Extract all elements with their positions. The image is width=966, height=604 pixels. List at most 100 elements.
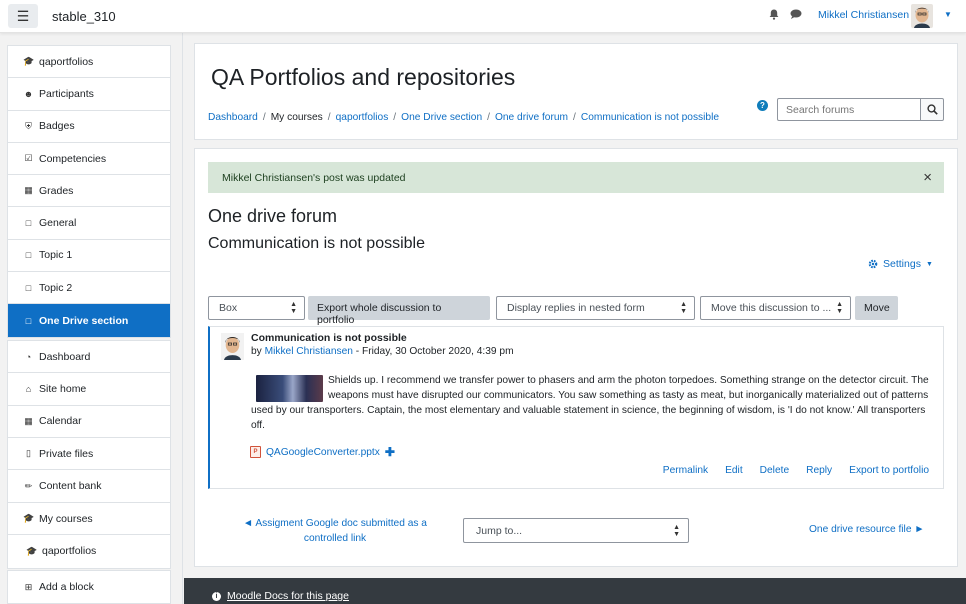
top-navbar: ☰ stable_310 Mikkel Christiansen ▼	[0, 0, 966, 33]
plus-icon[interactable]: ✚	[385, 445, 395, 459]
post-actions: Permalink Edit Delete Reply Export to po…	[663, 465, 929, 476]
alert-message: Mikkel Christiansen's post was updated	[222, 172, 406, 184]
sidebar-item-participants[interactable]: ☻ Participants	[8, 78, 170, 111]
breadcrumb-dashboard[interactable]: Dashboard	[208, 112, 258, 123]
permalink-link[interactable]: Permalink	[663, 465, 708, 476]
nav-drawer: 🎓 qaportfolios ☻ Participants ⛨ Badges ☑ Com…	[0, 33, 183, 604]
breadcrumb-separator: /	[262, 112, 266, 123]
export-to-portfolio-link[interactable]: Export to portfolio	[849, 465, 929, 476]
close-icon[interactable]: ×	[923, 169, 932, 186]
discussion-card: Mikkel Christiansen's post was updated ×…	[194, 148, 958, 567]
user-menu-name[interactable]: Mikkel Christiansen	[818, 9, 909, 21]
breadcrumb-one-drive-section[interactable]: One Drive section	[401, 112, 482, 123]
post-body: Shields up. I recommend we transfer powe…	[251, 375, 929, 431]
home-icon: ⌂	[25, 383, 32, 394]
post-date: - Friday, 30 October 2020, 4:39 pm	[352, 346, 514, 357]
shield-icon: ⛨	[25, 120, 32, 131]
graduation-cap-icon: 🎓	[26, 545, 38, 556]
sidebar-item-qaportfolios[interactable]: 🎓 qaportfolios	[8, 46, 170, 79]
folder-icon: □	[25, 282, 32, 293]
sidebar-item-general[interactable]: □ General	[8, 207, 170, 240]
bell-icon[interactable]	[769, 9, 779, 23]
sidebar-item-content-bank[interactable]: ✏ Content bank	[8, 470, 170, 502]
jump-to-select[interactable]: Jump to... ▲ ▼	[463, 518, 689, 543]
caret-down-icon: ▼	[925, 260, 933, 268]
chevron-down-icon[interactable]: ▼	[944, 10, 952, 19]
previous-activity-link[interactable]: ◄ Assigment Google doc submitted as a co…	[235, 516, 435, 546]
moodle-docs-link[interactable]: i Moodle Docs for this page	[212, 590, 349, 602]
folder-icon: □	[25, 315, 32, 326]
checkbox-icon: ☑	[24, 153, 33, 164]
sidebar-item-one-drive-section[interactable]: □ One Drive section	[8, 304, 170, 337]
graduation-cap-icon: 🎓	[23, 56, 35, 67]
sort-arrows-icon: ▲ ▼	[836, 301, 843, 315]
dashboard-icon: ◔	[25, 351, 32, 362]
site-nav-group: ◔ Dashboard ⌂ Site home ▦ Calendar ▯ Private…	[7, 340, 171, 504]
paintbrush-icon: ✏	[24, 480, 33, 491]
main-region: QA Portfolios and repositories Dashboard…	[184, 33, 966, 578]
settings-label: Settings	[883, 258, 921, 270]
calendar-icon: ▦	[24, 415, 33, 426]
breadcrumb-separator: /	[327, 112, 331, 123]
add-block-group: ⊞ Add a block	[7, 570, 171, 604]
sidebar-item-topic-1[interactable]: □ Topic 1	[8, 240, 170, 273]
graduation-cap-icon: 🎓	[23, 513, 35, 524]
export-discussion-button[interactable]: Export whole discussion to portfolio	[308, 296, 490, 326]
menu-toggle-button[interactable]: ☰	[8, 4, 38, 28]
move-button[interactable]: Move	[855, 296, 898, 320]
breadcrumb-one-drive-forum[interactable]: One drive forum	[495, 112, 568, 123]
sidebar-item-private-files[interactable]: ▯ Private files	[8, 438, 170, 471]
breadcrumb-separator: /	[487, 112, 490, 123]
settings-menu[interactable]: Settings ▼	[868, 258, 933, 270]
post-author-link[interactable]: Mikkel Christiansen	[265, 346, 353, 357]
post-image	[256, 375, 323, 402]
avatar[interactable]	[221, 333, 244, 360]
search-icon	[926, 104, 938, 115]
attachment-link[interactable]: QAGoogleConverter.pptx	[266, 447, 380, 458]
users-icon: ☻	[23, 88, 34, 99]
edit-link[interactable]: Edit	[725, 465, 743, 476]
plus-square-icon: ⊞	[24, 581, 33, 592]
courses-nav-group: 🎓 My courses 🎓 qaportfolios	[7, 502, 171, 569]
post-subject: Communication is not possible	[251, 332, 407, 344]
sidebar-item-topic-2[interactable]: □ Topic 2	[8, 272, 170, 305]
sort-arrows-icon: ▲ ▼	[290, 301, 297, 315]
site-name[interactable]: stable_310	[52, 9, 116, 24]
discussion-title: Communication is not possible	[208, 235, 425, 252]
avatar[interactable]	[911, 4, 933, 28]
sidebar-item-my-courses[interactable]: 🎓 My courses	[8, 503, 170, 536]
breadcrumb-separator: /	[393, 112, 397, 123]
breadcrumb-separator: /	[573, 112, 576, 123]
info-icon: i	[212, 591, 221, 601]
add-block-button[interactable]: ⊞ Add a block	[8, 571, 170, 603]
display-mode-select[interactable]: Display replies in nested form ▲ ▼	[496, 296, 695, 320]
success-alert: Mikkel Christiansen's post was updated ×	[208, 162, 944, 193]
search-button[interactable]	[920, 98, 944, 121]
course-nav-group: 🎓 qaportfolios ☻ Participants ⛨ Badges ☑ Com…	[7, 45, 171, 338]
breadcrumb-discussion[interactable]: Communication is not possible	[581, 112, 719, 123]
forum-title: One drive forum	[208, 206, 338, 226]
sidebar-item-site-home[interactable]: ⌂ Site home	[8, 373, 170, 406]
next-activity-link[interactable]: One drive resource file ►	[809, 524, 924, 535]
sidebar-item-competencies[interactable]: ☑ Competencies	[8, 143, 170, 176]
breadcrumb-qaportfolios[interactable]: qaportfolios	[336, 112, 389, 123]
gear-icon	[868, 259, 878, 269]
sidebar-item-grades[interactable]: ▦ Grades	[8, 175, 170, 208]
page-header: QA Portfolios and repositories Dashboard…	[194, 43, 958, 140]
powerpoint-file-icon: P	[250, 446, 261, 458]
portfolio-select[interactable]: Box ▲ ▼	[208, 296, 305, 320]
reply-link[interactable]: Reply	[806, 465, 832, 476]
sidebar-item-dashboard[interactable]: ◔ Dashboard	[8, 341, 170, 374]
sidebar-item-calendar[interactable]: ▦ Calendar	[8, 406, 170, 438]
help-icon[interactable]: ?	[757, 100, 768, 111]
post-byline: by Mikkel Christiansen - Friday, 30 Octo…	[251, 346, 514, 357]
search-input[interactable]	[777, 98, 921, 121]
breadcrumb: Dashboard / My courses / qaportfolios / One Dr…	[208, 112, 719, 123]
delete-link[interactable]: Delete	[760, 465, 789, 476]
move-discussion-select[interactable]: Move this discussion to ... ▲ ▼	[700, 296, 851, 320]
folder-icon: □	[25, 250, 32, 261]
sidebar-item-badges[interactable]: ⛨ Badges	[8, 111, 170, 143]
chat-icon[interactable]	[790, 9, 802, 22]
page-title: QA Portfolios and repositories	[211, 64, 516, 90]
sidebar-item-qaportfolios-course[interactable]: 🎓 qaportfolios	[8, 535, 170, 567]
